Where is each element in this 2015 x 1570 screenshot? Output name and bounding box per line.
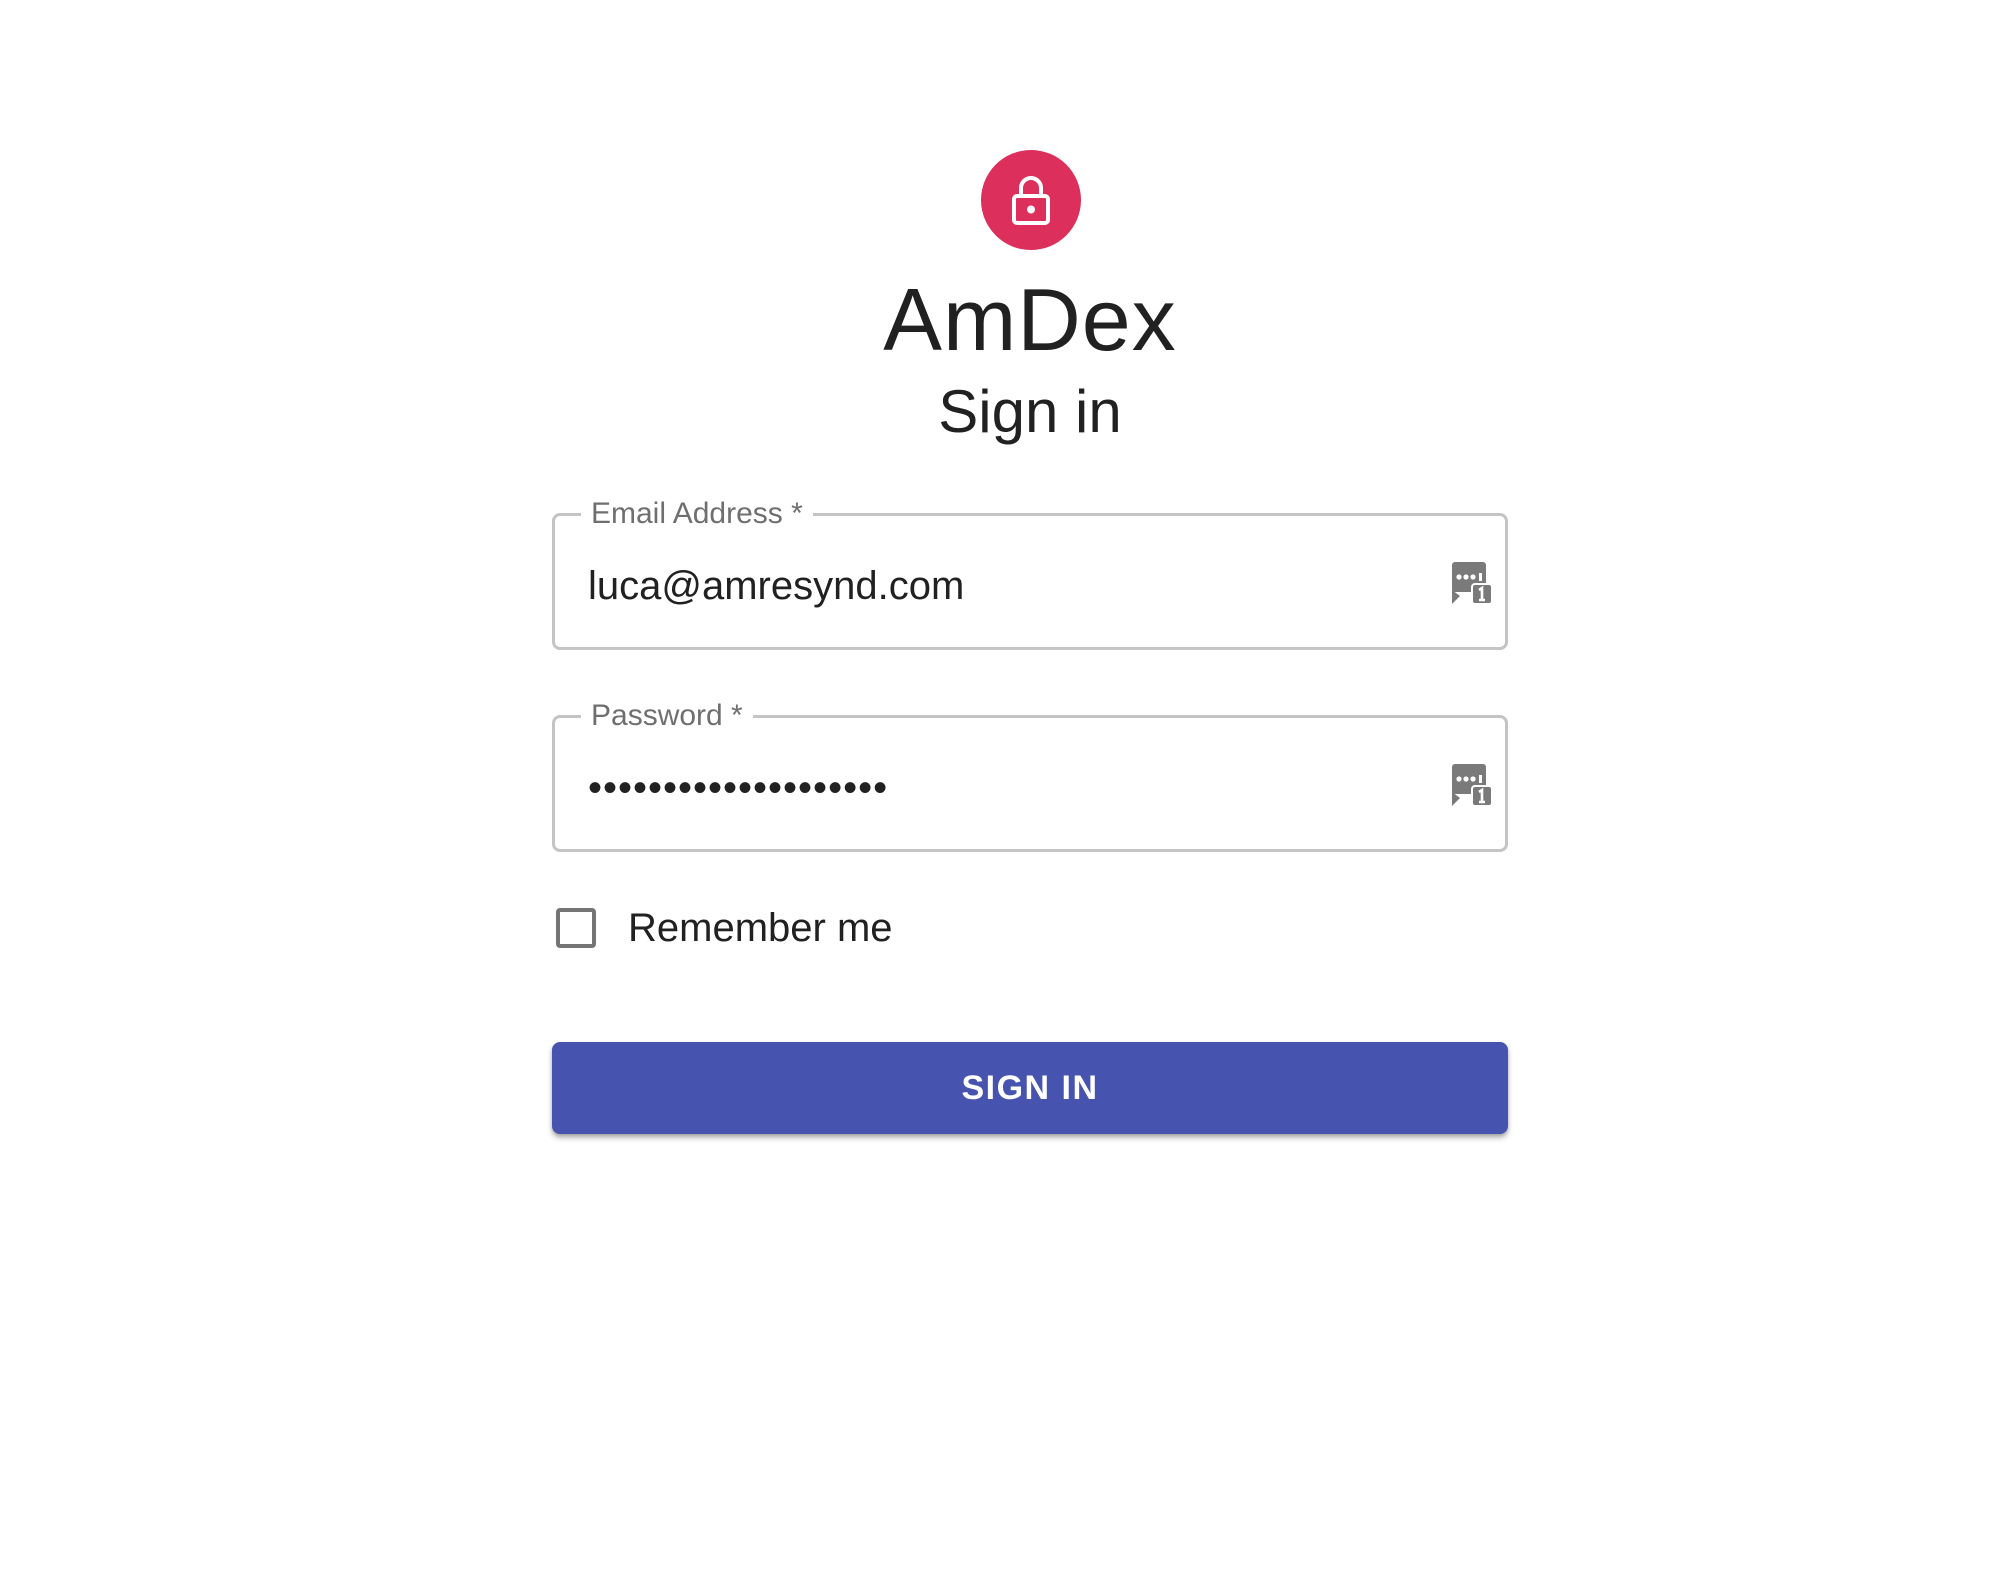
remember-me-checkbox[interactable] bbox=[556, 908, 596, 948]
page-title: Sign in bbox=[938, 378, 1122, 445]
sign-in-button[interactable]: SIGN IN bbox=[552, 1042, 1508, 1134]
remember-me-label: Remember me bbox=[628, 905, 893, 950]
app-title: AmDex bbox=[883, 270, 1177, 369]
password-input[interactable] bbox=[588, 758, 1388, 818]
email-field[interactable]: Email Address * bbox=[552, 499, 1508, 650]
email-input[interactable] bbox=[588, 556, 1388, 616]
sign-in-page: AmDex Sign in Email Address * Password * bbox=[0, 0, 2015, 1570]
remember-me-control[interactable]: Remember me bbox=[552, 898, 893, 958]
password-manager-icon[interactable] bbox=[1450, 762, 1494, 808]
password-field-label: Password * bbox=[591, 699, 743, 732]
lock-avatar bbox=[981, 150, 1081, 250]
password-manager-icon[interactable] bbox=[1450, 560, 1494, 606]
lock-icon bbox=[1012, 176, 1050, 225]
password-field[interactable]: Password * bbox=[552, 701, 1508, 852]
email-field-label: Email Address * bbox=[591, 497, 803, 530]
